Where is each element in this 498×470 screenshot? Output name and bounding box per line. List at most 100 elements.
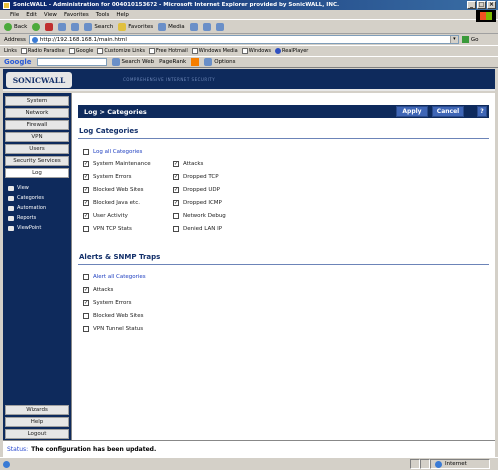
checkbox-unchecked[interactable] bbox=[173, 226, 179, 232]
media-icon bbox=[158, 22, 167, 31]
subnav-categories[interactable]: Categories bbox=[6, 193, 70, 203]
page-icon bbox=[191, 48, 198, 54]
page-icon bbox=[241, 48, 248, 54]
address-input[interactable]: http://192.168.168.1/main.html ▾ bbox=[28, 35, 459, 44]
nav-users[interactable]: Users bbox=[5, 144, 69, 154]
subnav-reports[interactable]: Reports bbox=[6, 213, 70, 223]
google-search-web-button[interactable]: Search Web bbox=[111, 58, 154, 66]
google-options-button[interactable]: Options bbox=[204, 58, 235, 66]
menu-view[interactable]: View bbox=[44, 12, 57, 18]
log-system-errors-checkbox[interactable]: ✓ System Errors bbox=[83, 174, 132, 180]
cancel-button[interactable]: Cancel bbox=[432, 106, 464, 117]
link-customize-links[interactable]: Customize Links bbox=[97, 48, 145, 54]
checkbox-box[interactable] bbox=[83, 149, 89, 155]
alert-blocked-web-sites-checkbox[interactable]: Blocked Web Sites bbox=[83, 313, 143, 319]
log-system-maintenance-checkbox[interactable]: ✓ System Maintenance bbox=[83, 161, 151, 167]
log-dropped-icmp-checkbox[interactable]: ✓ Dropped ICMP bbox=[173, 200, 222, 206]
alert-vpn-tunnel-status-checkbox[interactable]: VPN Tunnel Status bbox=[83, 326, 143, 332]
checkbox-checked[interactable]: ✓ bbox=[83, 174, 89, 180]
checkbox-checked[interactable]: ✓ bbox=[173, 187, 179, 193]
subnav-view[interactable]: View bbox=[6, 183, 70, 193]
nav-wizards[interactable]: Wizards bbox=[5, 405, 69, 415]
link-windows[interactable]: Windows bbox=[241, 48, 271, 54]
nav-vpn[interactable]: VPN bbox=[5, 132, 69, 142]
go-button[interactable]: Go bbox=[461, 36, 479, 43]
menu-file[interactable]: File bbox=[10, 12, 19, 18]
mail-button[interactable] bbox=[202, 22, 211, 31]
link-windows-media[interactable]: Windows Media bbox=[191, 48, 238, 54]
link-realplayer[interactable]: RealPlayer bbox=[275, 48, 308, 54]
log-vpn-tcp-stats-checkbox[interactable]: VPN TCP Stats bbox=[83, 226, 132, 232]
nav-firewall[interactable]: Firewall bbox=[5, 120, 69, 130]
checkbox-checked[interactable]: ✓ bbox=[173, 161, 179, 167]
history-button[interactable] bbox=[189, 22, 198, 31]
link-free-hotmail[interactable]: Free Hotmail bbox=[149, 48, 188, 54]
nav-help[interactable]: Help bbox=[5, 417, 69, 427]
log-all-categories-checkbox[interactable]: Log all Categories bbox=[83, 149, 142, 155]
page-icon bbox=[20, 48, 27, 54]
checkbox-label: Dropped ICMP bbox=[183, 200, 222, 206]
log-denied-lan-ip-checkbox[interactable]: Denied LAN IP bbox=[173, 226, 222, 232]
print-button[interactable] bbox=[215, 22, 224, 31]
checkbox-checked[interactable]: ✓ bbox=[173, 200, 179, 206]
checkbox-checked[interactable]: ✓ bbox=[83, 187, 89, 193]
blogger-icon[interactable] bbox=[191, 58, 200, 66]
menu-favorites[interactable]: Favorites bbox=[64, 12, 89, 18]
browser-status-bar: Internet bbox=[0, 457, 498, 470]
search-button[interactable]: Search bbox=[84, 22, 113, 31]
menu-help[interactable]: Help bbox=[116, 12, 129, 18]
log-user-activity-checkbox[interactable]: ✓ User Activity bbox=[83, 213, 128, 219]
menu-edit[interactable]: Edit bbox=[26, 12, 37, 18]
google-logo[interactable]: Google bbox=[4, 58, 32, 66]
maximize-button[interactable]: □ bbox=[477, 1, 486, 9]
link-radio-paradise[interactable]: Radio Paradise bbox=[20, 48, 65, 54]
links-bar: Links Radio Paradise Google Customize Li… bbox=[0, 45, 498, 56]
google-toolbar: Google Search Web PageRank Options bbox=[0, 56, 498, 68]
favorites-button[interactable]: Favorites bbox=[118, 22, 153, 31]
home-button[interactable] bbox=[71, 22, 80, 31]
checkbox-checked[interactable]: ✓ bbox=[173, 174, 179, 180]
help-button[interactable]: ? bbox=[477, 106, 487, 117]
nav-logout[interactable]: Logout bbox=[5, 429, 69, 439]
stop-button[interactable] bbox=[45, 22, 54, 31]
refresh-button[interactable] bbox=[58, 22, 67, 31]
checkbox-checked[interactable]: ✓ bbox=[83, 213, 89, 219]
forward-button[interactable] bbox=[32, 22, 41, 31]
checkbox-box[interactable] bbox=[83, 274, 89, 280]
log-dropped-tcp-checkbox[interactable]: ✓ Dropped TCP bbox=[173, 174, 219, 180]
google-search-input[interactable] bbox=[36, 58, 107, 66]
link-google[interactable]: Google bbox=[68, 48, 93, 54]
media-button[interactable]: Media bbox=[158, 22, 185, 31]
checkbox-unchecked[interactable] bbox=[83, 326, 89, 332]
checkbox-checked[interactable]: ✓ bbox=[83, 287, 89, 293]
checkbox-checked[interactable]: ✓ bbox=[83, 161, 89, 167]
back-button[interactable]: Back bbox=[4, 22, 27, 31]
checkbox-checked[interactable]: ✓ bbox=[83, 300, 89, 306]
alert-attacks-checkbox[interactable]: ✓ Attacks bbox=[83, 287, 113, 293]
log-blocked-java-etc-checkbox[interactable]: ✓ Blocked Java etc. bbox=[83, 200, 140, 206]
nav-network[interactable]: Network bbox=[5, 108, 69, 118]
menu-tools[interactable]: Tools bbox=[96, 12, 110, 18]
log-network-debug-checkbox[interactable]: Network Debug bbox=[173, 213, 226, 219]
nav-security-services[interactable]: Security Services bbox=[5, 156, 69, 166]
apply-button[interactable]: Apply bbox=[396, 106, 428, 117]
close-button[interactable]: × bbox=[487, 1, 496, 9]
log-attacks-checkbox[interactable]: ✓ Attacks bbox=[173, 161, 203, 167]
log-blocked-web-sites-checkbox[interactable]: ✓ Blocked Web Sites bbox=[83, 187, 143, 193]
minimize-button[interactable]: _ bbox=[467, 1, 476, 9]
ie-icon bbox=[3, 460, 10, 468]
alert-all-categories-checkbox[interactable]: Alert all Categories bbox=[83, 274, 146, 280]
nav-system[interactable]: System bbox=[5, 96, 69, 106]
subnav-viewpoint[interactable]: ViewPoint bbox=[6, 223, 70, 233]
subnav-automation[interactable]: Automation bbox=[6, 203, 70, 213]
checkbox-unchecked[interactable] bbox=[173, 213, 179, 219]
alert-system-errors-checkbox[interactable]: ✓ System Errors bbox=[83, 300, 132, 306]
checkbox-checked[interactable]: ✓ bbox=[83, 200, 89, 206]
checkbox-unchecked[interactable] bbox=[83, 226, 89, 232]
log-dropped-udp-checkbox[interactable]: ✓ Dropped UDP bbox=[173, 187, 220, 193]
pagerank-button[interactable]: PageRank bbox=[159, 59, 186, 65]
checkbox-unchecked[interactable] bbox=[83, 313, 89, 319]
nav-log[interactable]: Log bbox=[5, 168, 69, 178]
checkbox-label: User Activity bbox=[93, 213, 128, 219]
chevron-down-icon[interactable]: ▾ bbox=[449, 36, 458, 43]
